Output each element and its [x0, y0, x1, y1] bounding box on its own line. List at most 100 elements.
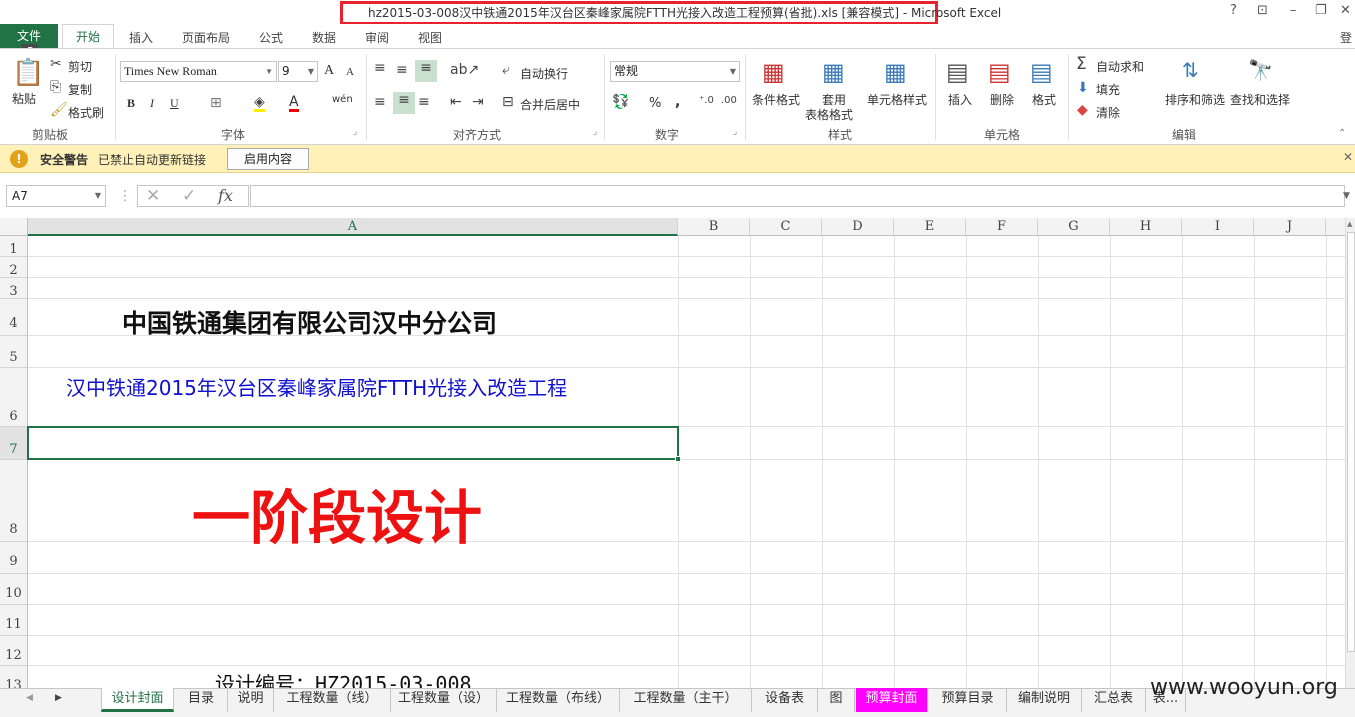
cut-button[interactable]: 剪切	[68, 58, 92, 75]
increase-decimal-icon[interactable]: ⁺.0	[699, 95, 714, 106]
underline-button[interactable]: U	[170, 96, 179, 111]
tab-view[interactable]: 视图	[418, 29, 442, 46]
fill-handle[interactable]	[675, 456, 681, 462]
align-bottom-icon[interactable]: ≡	[415, 60, 437, 82]
wrap-text-button[interactable]: 自动换行	[520, 65, 568, 82]
formula-input[interactable]	[250, 185, 1345, 207]
close-button[interactable]: ✕	[1340, 3, 1351, 18]
bold-button[interactable]: B	[127, 96, 135, 111]
dialog-launcher-icon[interactable]: ⌟	[733, 127, 737, 137]
format-cells-button[interactable]: 格式	[1032, 91, 1056, 108]
maximize-button[interactable]: ❐	[1315, 3, 1327, 18]
row-header[interactable]: 7	[0, 427, 28, 460]
sheet-tab[interactable]: 目录	[175, 688, 228, 712]
borders-icon[interactable]: ⊞	[210, 95, 222, 111]
italic-button[interactable]: I	[150, 96, 154, 111]
number-format-combo[interactable]: 常规 ▼	[610, 61, 740, 82]
accounting-icon[interactable]: 💱	[612, 94, 629, 110]
insert-function-button[interactable]: fx	[218, 186, 233, 205]
vertical-scrollbar[interactable]: ▲	[1345, 218, 1355, 688]
row-header[interactable]: 6	[0, 368, 28, 427]
align-middle-icon[interactable]: ≡	[396, 62, 408, 78]
font-name-combo[interactable]: Times New Roman ▼	[120, 61, 277, 82]
format-as-table-button-line2[interactable]: 表格格式	[805, 106, 853, 123]
grow-font-button[interactable]: A	[324, 63, 334, 79]
align-left-icon[interactable]: ≡	[374, 94, 386, 110]
increase-indent-icon[interactable]: ⇥	[472, 94, 484, 110]
format-painter-button[interactable]: 格式刷	[68, 104, 104, 121]
column-header[interactable]: C	[750, 218, 822, 236]
tab-page-layout[interactable]: 页面布局	[182, 29, 230, 46]
enter-icon[interactable]: ✓	[182, 186, 196, 206]
align-right-icon[interactable]: ≡	[418, 94, 430, 110]
dialog-launcher-icon[interactable]: ⌟	[593, 127, 597, 137]
minimize-button[interactable]: –	[1290, 3, 1297, 18]
row-header[interactable]: 12	[0, 636, 28, 666]
comma-button[interactable]: ,	[675, 94, 680, 110]
scroll-up-icon[interactable]: ▲	[1347, 220, 1352, 228]
row-header[interactable]: 2	[0, 257, 28, 278]
sheet-tab[interactable]: 编制说明	[1007, 688, 1082, 712]
font-color-button[interactable]: A	[289, 95, 299, 112]
row-header[interactable]: 13	[0, 666, 28, 688]
collapse-ribbon-icon[interactable]: ⌃	[1338, 128, 1346, 139]
name-box[interactable]: A7 ▼	[6, 185, 106, 207]
column-header[interactable]: F	[966, 218, 1038, 236]
sheet-tab[interactable]: 工程数量（线）	[274, 688, 391, 712]
row-header[interactable]: 4	[0, 299, 28, 336]
row-header[interactable]: 11	[0, 605, 28, 636]
shrink-font-button[interactable]: A	[346, 66, 354, 78]
orientation-icon[interactable]: ab↗	[450, 62, 479, 78]
sheet-tab[interactable]: 设备表	[752, 688, 818, 712]
fill-color-icon[interactable]: ◈	[254, 95, 265, 112]
chevron-down-icon[interactable]: ▼	[1343, 191, 1350, 201]
column-header[interactable]: H	[1110, 218, 1182, 236]
tab-formulas[interactable]: 公式	[259, 29, 283, 46]
sheet-tab[interactable]: 汇总表	[1082, 688, 1146, 712]
fill-button[interactable]: 填充	[1096, 81, 1120, 98]
clear-button[interactable]: 清除	[1096, 104, 1120, 121]
copy-button[interactable]: 复制	[68, 81, 92, 98]
tab-data[interactable]: 数据	[312, 29, 336, 46]
sheet-tab[interactable]: 工程数量（主干）	[620, 688, 752, 712]
selected-cell-a7[interactable]	[27, 426, 679, 460]
column-header[interactable]: I	[1182, 218, 1254, 236]
sheet-tab[interactable]: 说明	[228, 688, 274, 712]
help-icon[interactable]: ?	[1230, 3, 1237, 18]
ribbon-display-icon[interactable]: ⊡	[1257, 3, 1268, 18]
sort-filter-button[interactable]: 排序和筛选	[1165, 91, 1225, 108]
column-header[interactable]: G	[1038, 218, 1110, 236]
cancel-icon[interactable]: ✕	[146, 186, 160, 206]
column-header[interactable]: J	[1254, 218, 1326, 236]
merge-center-button[interactable]: 合并后居中	[520, 96, 580, 113]
autosum-button[interactable]: 自动求和	[1096, 58, 1144, 75]
column-header[interactable]: E	[894, 218, 966, 236]
align-top-icon[interactable]: ≡	[374, 60, 386, 76]
sheet-tab[interactable]: 图	[818, 688, 855, 712]
percent-button[interactable]: %	[649, 96, 661, 111]
sheet-tab[interactable]: 预算目录	[929, 688, 1007, 712]
scroll-left-icon[interactable]: ◀	[26, 693, 33, 703]
scrollbar-thumb[interactable]	[1347, 232, 1355, 652]
cell-styles-button[interactable]: 单元格样式	[867, 91, 927, 108]
close-icon[interactable]: ✕	[1343, 150, 1353, 164]
row-header[interactable]: 9	[0, 542, 28, 574]
column-header[interactable]	[1326, 218, 1345, 236]
sheet-tab[interactable]: 工程数量（设）	[391, 688, 497, 712]
row-header[interactable]: 1	[0, 236, 28, 257]
decrease-decimal-icon[interactable]: .00	[721, 95, 737, 106]
tab-insert[interactable]: 插入	[129, 29, 153, 46]
row-header[interactable]: 5	[0, 336, 28, 368]
sheet-tab-design-cover[interactable]: 设计封面	[101, 688, 174, 712]
select-all-corner[interactable]	[0, 218, 28, 236]
sheet-tab-budget-cover[interactable]: 预算封面	[856, 688, 928, 712]
conditional-format-button[interactable]: 条件格式	[752, 91, 800, 108]
row-header[interactable]: 8	[0, 460, 28, 542]
font-size-combo[interactable]: 9 ▼	[278, 61, 318, 82]
delete-cells-button[interactable]: 删除	[990, 91, 1014, 108]
scroll-right-icon[interactable]: ▶	[55, 693, 62, 703]
find-select-button[interactable]: 查找和选择	[1230, 91, 1290, 108]
dialog-launcher-icon[interactable]: ⌟	[353, 127, 357, 137]
row-header[interactable]: 10	[0, 574, 28, 605]
column-header[interactable]: D	[822, 218, 894, 236]
